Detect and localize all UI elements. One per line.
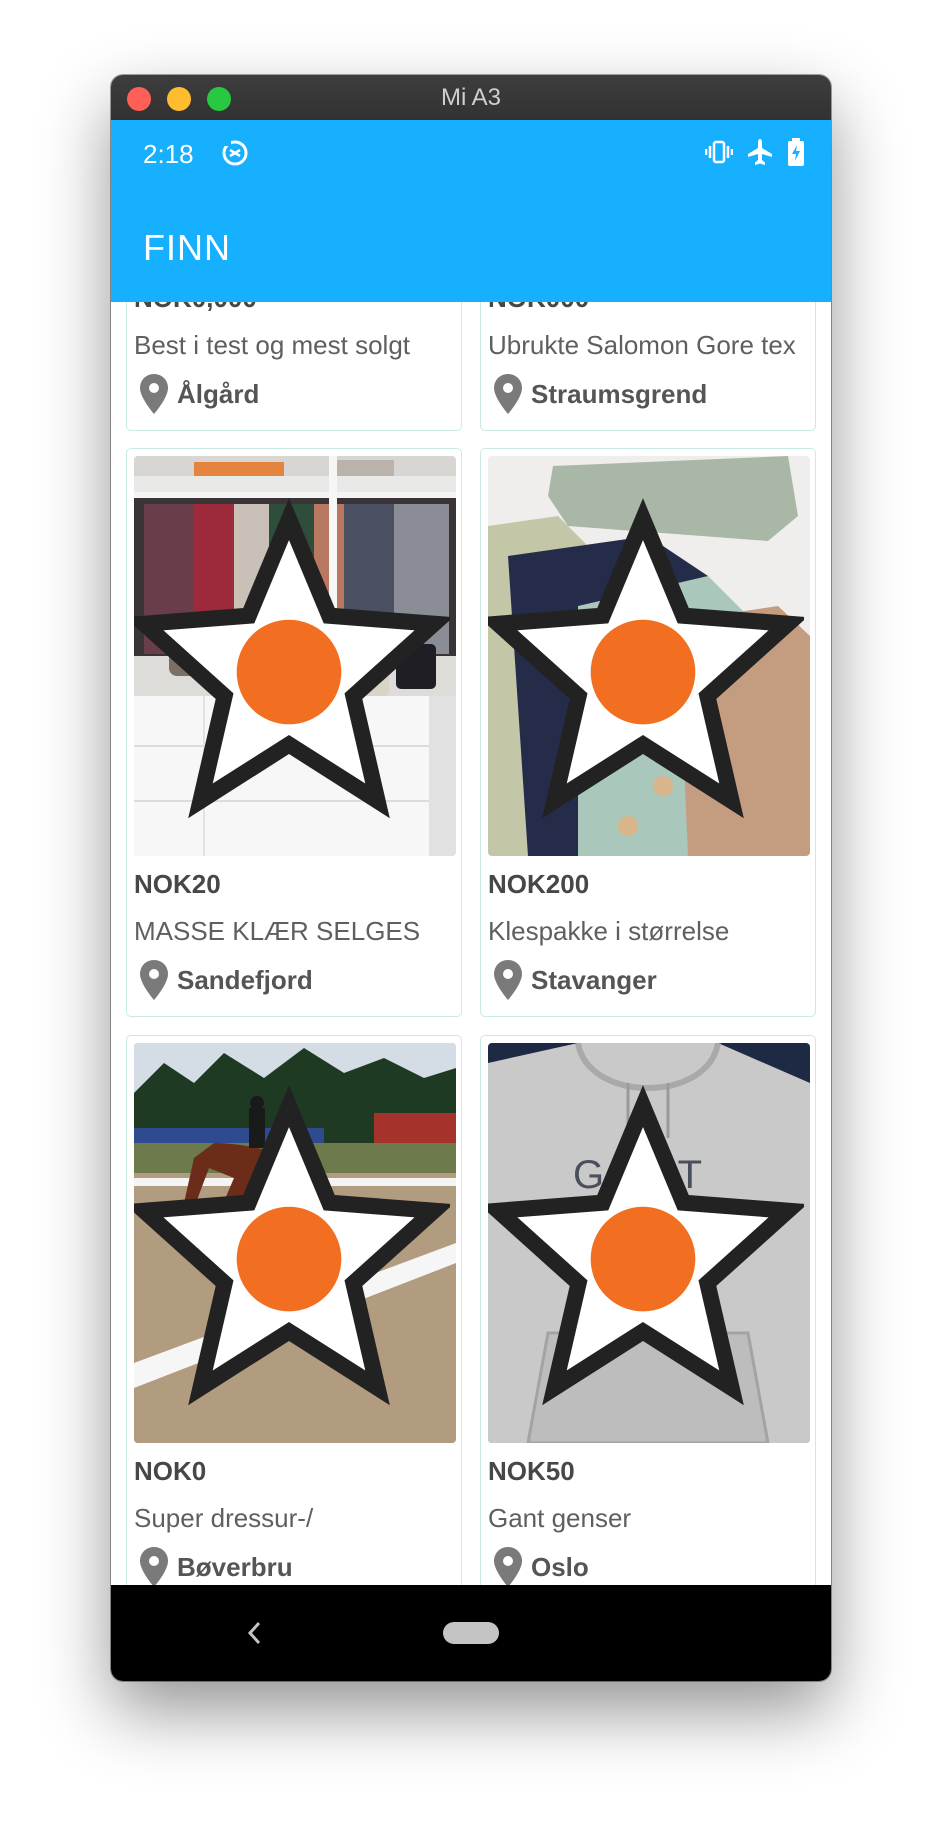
favorite-star-icon[interactable] [488,1051,804,1443]
listing-card[interactable]: V NOK0 Super dressur-/ Bøverbru [126,1035,462,1585]
listing-image-closet[interactable] [134,456,456,856]
listing-image-dressage-horse[interactable]: V [134,1043,456,1443]
listing-title: Super dressur-/ [134,1503,314,1533]
location-pin-icon [140,960,168,1000]
listing-price: NOK000 [488,302,589,314]
location-pin-icon [140,374,168,414]
status-time: 2:18 [143,139,194,169]
listing-price: NOK50 [488,1456,575,1486]
navigation-bar [111,1585,831,1681]
listing-price: NOK0,000 [134,302,257,314]
favorite-star-icon[interactable] [488,464,804,856]
listing-grid[interactable]: NOK0,000 Best i test og mest solgt Ålgår… [111,302,831,1585]
sync-icon [222,140,248,166]
listing-image-gant-hoodie[interactable]: GANT [488,1043,810,1443]
vibrate-icon [705,140,733,164]
location-pin-icon [494,1547,522,1585]
listing-title: Klespakke i størrelse [488,916,730,946]
app-bar: FINN [111,190,831,302]
listing-location: Stavanger [493,959,657,1001]
listing-location: Straumsgrend [493,373,707,415]
battery-charging-icon [788,138,804,166]
listing-card[interactable]: NOK000 Ubrukte Salomon Gore tex Straumsg… [480,302,816,431]
listing-title: Ubrukte Salomon Gore tex [488,330,796,360]
location-label: Bøverbru [177,1551,293,1582]
listing-card[interactable]: GANT NOK50 Gant genser [480,1035,816,1585]
listing-title: Gant genser [488,1503,632,1533]
airplane-icon [748,139,772,165]
window-title: Mi A3 [440,84,502,111]
location-label: Oslo [531,1551,589,1582]
listing-location: Bøverbru [139,1546,293,1585]
listing-image-baby-clothes[interactable] [488,456,810,856]
listing-card[interactable]: NOK0,000 Best i test og mest solgt Ålgår… [126,302,462,431]
listing-card[interactable]: NOK20 MASSE KLÆR SELGES Sandefjord [126,448,462,1017]
listing-title: Best i test og mest solgt [134,330,411,360]
back-icon[interactable] [245,1619,265,1647]
device-screen: 2:18 FINN Best i test og mest solgt Ålgå… [111,120,831,1681]
window-titlebar: Mi A3 [111,75,831,120]
listing-location: Ålgård [139,373,259,415]
location-label: Straumsgrend [531,378,708,409]
location-pin-icon [140,1547,168,1585]
listing-title: MASSE KLÆR SELGES [134,916,421,946]
listing-card[interactable]: NOK200 Klespakke i størrelse Stavanger [480,448,816,1017]
listing-price: NOK200 [488,869,590,899]
status-bar: 2:18 [111,120,831,190]
location-pin-icon [494,374,522,414]
favorite-star-icon[interactable] [134,1051,450,1443]
listing-price: NOK20 [134,869,221,899]
location-label: Ålgård [177,378,260,409]
home-button[interactable] [443,1622,499,1644]
location-label: Stavanger [531,964,657,995]
location-pin-icon [494,960,522,1000]
app-title: FINN [143,227,231,268]
listing-price: NOK0 [134,1456,207,1486]
location-label: Sandefjord [177,964,313,995]
favorite-star-icon[interactable] [134,464,450,856]
listing-location: Oslo [493,1546,589,1585]
listing-location: Sandefjord [139,959,313,1001]
emulator-window: Mi A3 2:18 FINN Best i test og mest solg… [111,75,831,1681]
